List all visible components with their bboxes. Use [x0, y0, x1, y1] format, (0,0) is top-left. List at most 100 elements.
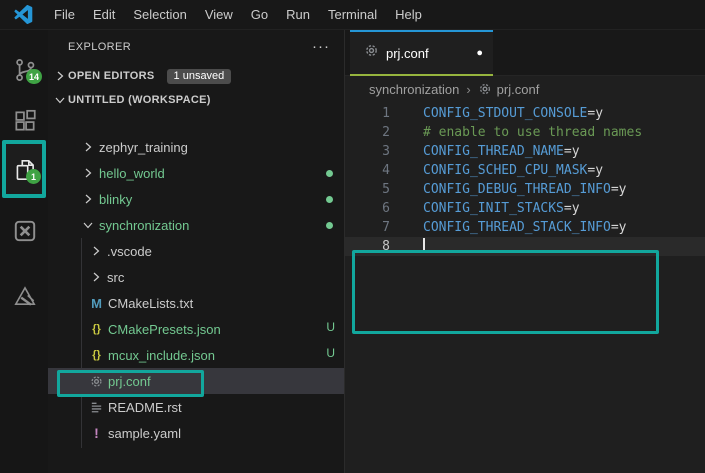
git-untracked-badge: U — [326, 346, 335, 360]
tree-item-mcux-include-json[interactable]: {} mcux_include.json U — [48, 342, 344, 368]
tree-item--vscode[interactable]: .vscode — [48, 238, 344, 264]
tree-item-synchronization[interactable]: synchronization — [48, 212, 344, 238]
activity-bar: 14 1 — [0, 30, 48, 473]
gear-icon — [88, 373, 105, 389]
tree-item-sample-yaml[interactable]: ! sample.yaml — [48, 420, 344, 446]
tree-item-label: hello_world — [99, 165, 165, 181]
file-tree: zephyr_training hello_worldblinky synchron… — [48, 134, 344, 446]
activity-badge: 14 — [26, 69, 43, 84]
menu-item-run[interactable]: Run — [277, 0, 319, 29]
tree-item-cmakelists-txt[interactable]: M CMakeLists.txt — [48, 290, 344, 316]
tree-item-prj-conf[interactable]: prj.conf — [48, 368, 344, 394]
chevron-right-icon — [80, 139, 96, 155]
activity-source-control-icon[interactable]: 14 — [12, 57, 43, 84]
modified-dot-icon[interactable]: ● — [476, 47, 483, 59]
text-cursor — [423, 238, 425, 253]
json-braces-icon: {} — [92, 349, 101, 361]
code-line-7[interactable]: 7 CONFIG_THREAD_STACK_INFO=y — [345, 218, 705, 237]
more-actions-button[interactable]: ··· — [312, 39, 330, 54]
line-content — [390, 237, 425, 256]
tree-item-label: README.rst — [108, 399, 182, 415]
code-line-6[interactable]: 6 CONFIG_INIT_STACKS=y — [345, 199, 705, 218]
chevron-right-icon — [88, 269, 104, 285]
line-number: 5 — [382, 182, 390, 197]
code-line-4[interactable]: 4 CONFIG_SCHED_CPU_MASK=y — [345, 161, 705, 180]
menu-item-view[interactable]: View — [196, 0, 242, 29]
menu-items: File Edit Selection View Go Run Terminal Help — [45, 0, 431, 29]
activity-badge: 1 — [26, 169, 41, 184]
tree-item-label: zephyr_training — [99, 139, 188, 155]
breadcrumb-file[interactable]: prj.conf — [478, 81, 540, 97]
tree-item-blinky[interactable]: blinky — [48, 186, 344, 212]
line-content: CONFIG_DEBUG_THREAD_INFO=y — [423, 182, 627, 197]
line-number: 6 — [382, 201, 390, 216]
tree-item-readme-rst[interactable]: README.rst — [48, 394, 344, 420]
line-content: CONFIG_THREAD_STACK_INFO=y — [423, 220, 627, 235]
code-line-5[interactable]: 5 CONFIG_DEBUG_THREAD_INFO=y — [345, 180, 705, 199]
tree-item-hello-world[interactable]: hello_world — [48, 160, 344, 186]
tree-item-label: mcux_include.json — [108, 347, 215, 363]
editor-area: prj.conf ● synchronization › prj.conf 1 C… — [345, 30, 705, 473]
tree-item-zephyr-training[interactable]: zephyr_training — [48, 134, 344, 160]
chevron-right-icon — [52, 68, 68, 84]
tree-item-label: CMakeLists.txt — [108, 295, 194, 311]
chevron-down-icon — [52, 92, 68, 108]
tree-item-label: CMakePresets.json — [108, 321, 221, 337]
tree-item-cmakepresets-json[interactable]: {} CMakePresets.json U — [48, 316, 344, 342]
breadcrumb-separator: › — [466, 81, 471, 97]
breadcrumb: synchronization › prj.conf — [345, 76, 705, 102]
menu-item-file[interactable]: File — [45, 0, 84, 29]
chevron-down-icon — [80, 217, 96, 233]
tree-item-label: .vscode — [107, 243, 152, 259]
cmake-m-icon: M — [91, 295, 102, 311]
line-content: # enable to use thread names — [423, 125, 643, 140]
open-editors-label: OPEN EDITORS — [68, 70, 155, 82]
line-number: 4 — [382, 163, 390, 178]
line-number: 8 — [382, 239, 390, 254]
menu-item-terminal[interactable]: Terminal — [319, 0, 386, 29]
activity-x-extension-icon[interactable] — [12, 218, 38, 244]
activity-explorer-icon[interactable]: 1 — [12, 157, 41, 184]
code-line-1[interactable]: 1 CONFIG_STDOUT_CONSOLE=y — [345, 104, 705, 123]
tree-item-label: synchronization — [99, 217, 190, 233]
menu-item-selection[interactable]: Selection — [124, 0, 195, 29]
gear-icon — [478, 82, 492, 96]
code-line-3[interactable]: 3 CONFIG_THREAD_NAME=y — [345, 142, 705, 161]
line-number: 3 — [382, 144, 390, 159]
vscode-window: File Edit Selection View Go Run Terminal Help 1… — [0, 0, 705, 473]
code-lines: 1 CONFIG_STDOUT_CONSOLE=y 2 # enable to use… — [345, 104, 705, 256]
tree-item-label: sample.yaml — [108, 425, 181, 441]
chevron-right-icon — [80, 165, 96, 181]
chevron-right-icon — [80, 191, 96, 207]
gear-icon — [364, 43, 379, 63]
menu-item-edit[interactable]: Edit — [84, 0, 124, 29]
menu-item-go[interactable]: Go — [242, 0, 277, 29]
git-untracked-badge: U — [326, 320, 335, 334]
git-modified-dot — [326, 196, 333, 203]
tree-item-src[interactable]: src — [48, 264, 344, 290]
breadcrumb-file-label: prj.conf — [496, 81, 540, 97]
line-number: 7 — [382, 220, 390, 235]
code-line-8[interactable]: 8 — [345, 237, 705, 256]
tab-prj-conf[interactable]: prj.conf ● — [350, 30, 493, 76]
tab-label: prj.conf — [386, 45, 429, 61]
workspace-section[interactable]: UNTITLED (WORKSPACE) — [48, 88, 344, 112]
activity-extensions-icon[interactable] — [12, 108, 38, 134]
workspace-label: UNTITLED (WORKSPACE) — [68, 94, 211, 106]
activity-tools-icon[interactable] — [12, 283, 38, 309]
code-line-2[interactable]: 2 # enable to use thread names — [345, 123, 705, 142]
vscode-logo-icon — [14, 5, 33, 24]
breadcrumb-folder[interactable]: synchronization — [369, 82, 459, 97]
line-content: CONFIG_SCHED_CPU_MASK=y — [423, 163, 604, 178]
menu-item-help[interactable]: Help — [386, 0, 431, 29]
annotation-box-code — [352, 250, 659, 334]
line-content: CONFIG_STDOUT_CONSOLE=y — [423, 106, 604, 121]
git-modified-dot — [326, 170, 333, 177]
tab-bar: prj.conf ● — [345, 30, 705, 76]
open-editors-section[interactable]: OPEN EDITORS 1 unsaved — [48, 64, 344, 88]
sidebar-header: EXPLORER ··· — [48, 30, 344, 64]
git-modified-dot — [326, 222, 333, 229]
chevron-right-icon — [88, 243, 104, 259]
yaml-exclaim-icon: ! — [94, 425, 99, 441]
tree-item-label: src — [107, 269, 125, 285]
